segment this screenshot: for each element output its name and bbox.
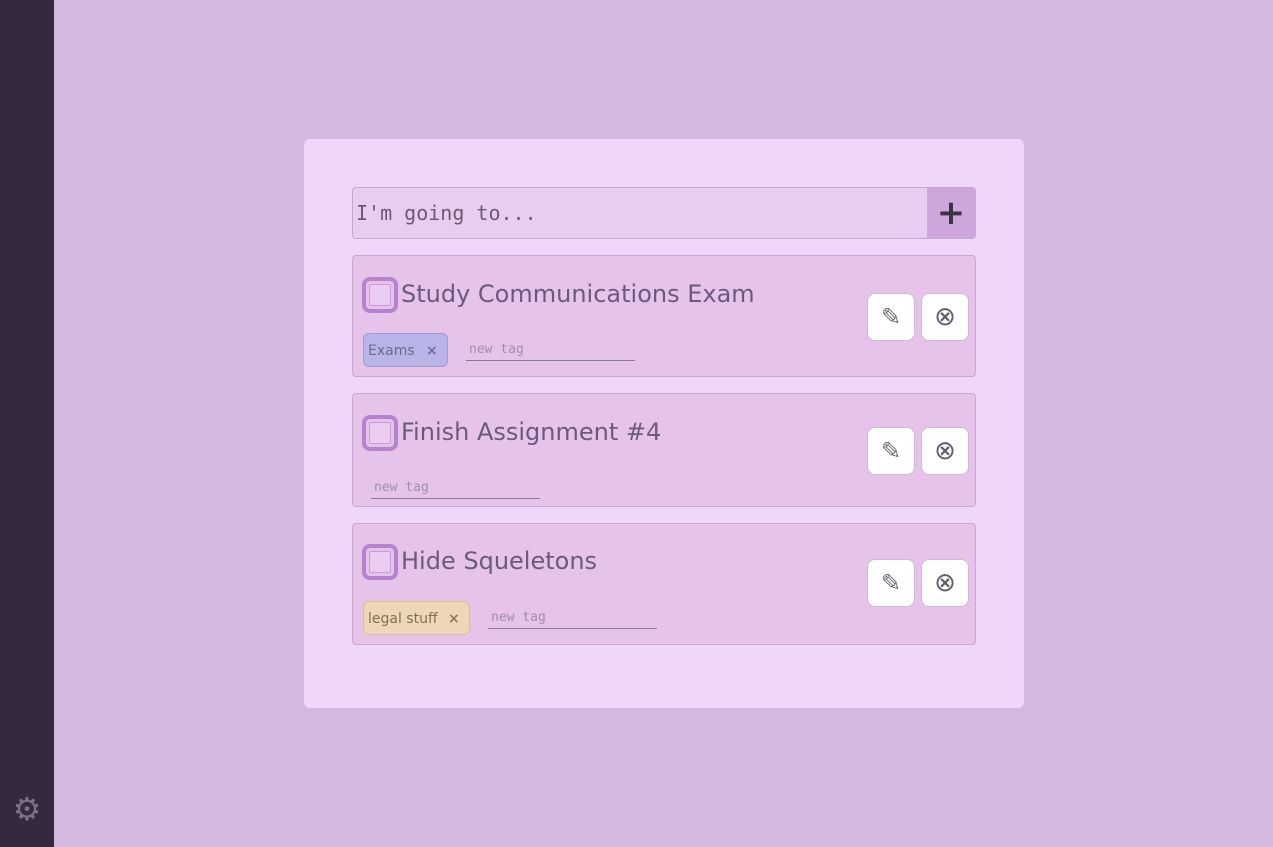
task-item: Finish Assignment #4 ✎ ⊗	[352, 393, 976, 507]
close-circle-icon: ⊗	[934, 568, 956, 598]
gear-icon[interactable]: ⚙	[11, 791, 43, 827]
task-checkbox[interactable]	[362, 277, 398, 313]
new-tag-input[interactable]	[466, 339, 635, 361]
delete-button[interactable]: ⊗	[921, 293, 969, 341]
add-task-button[interactable]: +	[927, 188, 975, 238]
pencil-icon: ✎	[880, 569, 902, 597]
tag-label: legal stuff	[368, 611, 438, 627]
task-title: Hide Squeletons	[401, 547, 598, 575]
edit-button[interactable]: ✎	[867, 559, 915, 607]
new-task-input[interactable]	[353, 188, 927, 238]
remove-tag-icon[interactable]: ×	[448, 602, 460, 636]
new-task-form: +	[352, 187, 976, 239]
close-circle-icon: ⊗	[934, 436, 956, 466]
todo-panel: + Study Communications Exam Exams × ✎ ⊗ …	[304, 139, 1024, 708]
sidebar: ⚙	[0, 0, 54, 847]
tag-label: Exams	[368, 343, 415, 359]
pencil-icon: ✎	[880, 303, 902, 331]
close-circle-icon: ⊗	[934, 302, 956, 332]
task-item: Hide Squeletons legal stuff × ✎ ⊗	[352, 523, 976, 645]
edit-button[interactable]: ✎	[867, 427, 915, 475]
task-title: Finish Assignment #4	[401, 418, 662, 446]
pencil-icon: ✎	[880, 437, 902, 465]
task-title: Study Communications Exam	[401, 280, 755, 308]
new-tag-input[interactable]	[371, 477, 540, 499]
task-item: Study Communications Exam Exams × ✎ ⊗	[352, 255, 976, 377]
tag-chip: legal stuff ×	[363, 601, 470, 635]
task-checkbox[interactable]	[362, 415, 398, 451]
edit-button[interactable]: ✎	[867, 293, 915, 341]
task-checkbox[interactable]	[362, 544, 398, 580]
tag-chip: Exams ×	[363, 333, 448, 367]
delete-button[interactable]: ⊗	[921, 427, 969, 475]
remove-tag-icon[interactable]: ×	[426, 334, 438, 368]
delete-button[interactable]: ⊗	[921, 559, 969, 607]
new-tag-input[interactable]	[488, 607, 657, 629]
